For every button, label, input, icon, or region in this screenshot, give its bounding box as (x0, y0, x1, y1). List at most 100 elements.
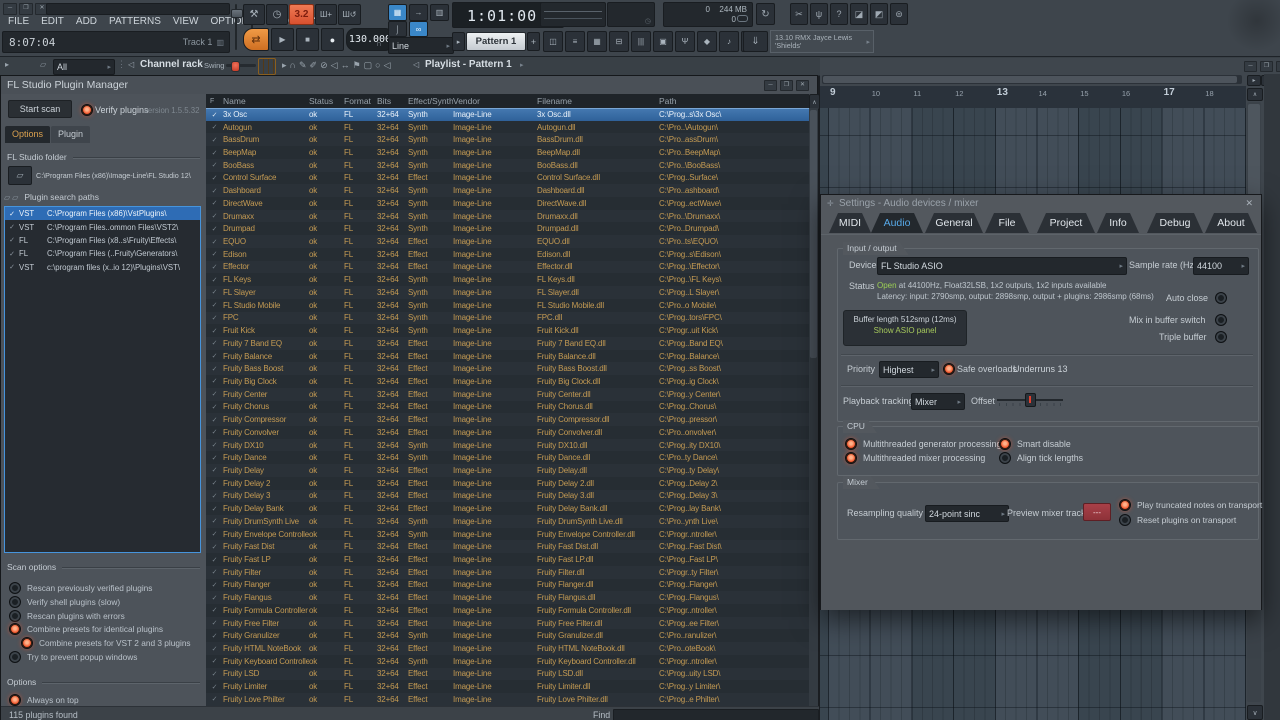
table-row[interactable]: ✓EdisonokFL32+64EffectImage-LineEdison.d… (206, 248, 809, 261)
plugin-search-paths-list[interactable]: ✓VSTC:\Program Files (x86)\VstPlugins\✓V… (4, 206, 201, 553)
slip-tool-icon[interactable]: ↔ (341, 58, 350, 73)
column-header-name[interactable]: Name (223, 96, 309, 106)
settings-tab-project[interactable]: Project (1037, 213, 1095, 233)
vscroll-down-button[interactable]: ∨ (1247, 705, 1263, 720)
metronome-hat-icon[interactable]: ▥ (430, 4, 449, 21)
scan-option-radio[interactable] (9, 623, 21, 635)
tempo-display[interactable]: 130.000 (346, 28, 394, 51)
search-path-item[interactable]: ✓VSTC:\Program Files..ommon Files\VST2\ (5, 220, 200, 233)
hint-panel[interactable]: 13.10 RMX Jayce Lewis 'Shields' ▸ (770, 30, 874, 53)
settings-titlebar[interactable]: ✛ Settings - Audio devices / mixer ✕ (821, 195, 1261, 213)
table-row[interactable]: ✓DrumpadokFL32+64SynthImage-LineDrumpad.… (206, 222, 809, 235)
table-row[interactable]: ✓Fruit KickokFL32+64SynthImage-LineFruit… (206, 324, 809, 337)
table-row[interactable]: ✓Fruity 7 Band EQokFL32+64EffectImage-Li… (206, 337, 809, 350)
scan-option[interactable]: Try to prevent popup windows (9, 651, 137, 663)
snap-magnet-icon[interactable]: ∩ (290, 58, 296, 73)
cpu-option-radio[interactable] (845, 452, 857, 464)
metronome-wait-icon[interactable]: ◷ (266, 4, 288, 25)
table-row[interactable]: ✓FPCokFL32+64SynthImage-LineFPC.dllC:\Pr… (206, 312, 809, 325)
menu-item-edit[interactable]: EDIT (35, 15, 70, 29)
scan-option-radio[interactable] (9, 582, 21, 594)
priority-select[interactable]: Highest▸ (879, 361, 939, 378)
table-row[interactable]: ✓BeepMapokFL32+64SynthImage-LineBeepMap.… (206, 146, 809, 159)
search-path-item[interactable]: ✓FLC:\Program Files (..Fruity\Generators… (5, 247, 200, 260)
tab-plugin[interactable]: Plugin (51, 126, 90, 143)
save-icon[interactable]: ◪ (850, 3, 868, 25)
table-row[interactable]: ✓Fruity Fast DistokFL32+64EffectImage-Li… (206, 540, 809, 553)
table-row[interactable]: ✓AutogunokFL32+64SynthImage-LineAutogun.… (206, 121, 809, 134)
paint-tool-icon[interactable]: ✐ (310, 58, 318, 73)
browse-folder-button[interactable]: ▱ (8, 166, 32, 185)
scan-option-radio[interactable] (21, 637, 33, 649)
loop-record-icon[interactable]: Ш↺ (338, 4, 361, 25)
settings-tab-about[interactable]: About (1205, 213, 1257, 233)
tab-options[interactable]: Options (5, 126, 50, 143)
table-row[interactable]: ✓DrumaxxokFL32+64SynthImage-LineDrumaxx.… (206, 210, 809, 223)
verify-plugins-radio[interactable] (81, 104, 93, 116)
table-row[interactable]: ✓Fruity DanceokFL32+64SynthImage-LineFru… (206, 451, 809, 464)
channel-filter-select[interactable]: All▸ (53, 59, 115, 75)
table-row[interactable]: ✓Fruity Delay 2okFL32+64EffectImage-Line… (206, 477, 809, 490)
keyboard-editor-icon[interactable] (258, 58, 276, 75)
typing-keyboard-icon[interactable]: ⚒ (243, 4, 265, 25)
column-header-bits[interactable]: Bits (377, 96, 408, 106)
cpu-option-radio[interactable] (999, 452, 1011, 464)
search-path-item[interactable]: ✓VSTc:\program files (x..io 12)\Plugins\… (5, 261, 200, 274)
always-on-top-radio[interactable] (9, 694, 21, 706)
table-row[interactable]: ✓FL SlayerokFL32+64SynthImage-LineFL Sla… (206, 286, 809, 299)
app-maximize-button[interactable]: ❐ (19, 3, 33, 15)
mute-tool-icon[interactable]: ◁ (331, 58, 338, 73)
device-select[interactable]: FL Studio ASIO▸ (877, 257, 1127, 275)
pm-minimize-button[interactable]: ─ (764, 80, 777, 91)
step-play-icon[interactable]: ▸ (282, 58, 287, 73)
table-row[interactable]: ✓Fruity Envelope ControllerokFL32+64Synt… (206, 528, 809, 541)
pattern-add-button[interactable]: + (527, 32, 540, 51)
menu-item-file[interactable]: FILE (2, 15, 35, 29)
column-header-vendor[interactable]: Vendor (453, 96, 537, 106)
mixer-option-radio[interactable] (1119, 499, 1131, 511)
browser-icon[interactable]: ⊟ (609, 31, 629, 52)
menu-item-patterns[interactable]: PATTERNS (103, 15, 167, 29)
table-row[interactable]: ✓Fruity Fast LPokFL32+64EffectImage-Line… (206, 553, 809, 566)
start-scan-button[interactable]: Start scan (8, 100, 72, 118)
cpu-option-radio[interactable] (845, 438, 857, 450)
table-row[interactable]: ✓Fruity Big ClockokFL32+64EffectImage-Li… (206, 375, 809, 388)
record-button[interactable]: ● (321, 28, 344, 51)
table-row[interactable]: ✓EffectorokFL32+64EffectImage-LineEffect… (206, 261, 809, 274)
oscilloscope-display[interactable] (540, 2, 606, 27)
plugin-table-header[interactable]: FNameStatusFormatBitsEffect/SynthVendorF… (206, 94, 809, 108)
trash-icon[interactable]: ▥ (216, 38, 224, 47)
table-row[interactable]: ✓DashboardokFL32+64SynthImage-LineDashbo… (206, 184, 809, 197)
table-row[interactable]: ✓Fruity FlangerokFL32+64EffectImage-Line… (206, 579, 809, 592)
table-row[interactable]: ✓3x OscokFL32+64SynthImage-Line3x Osc.dl… (206, 108, 809, 121)
table-row[interactable]: ✓EQUOokFL32+64EffectImage-LineEQUO.dllC:… (206, 235, 809, 248)
column-header-format[interactable]: Format (344, 96, 377, 106)
menu-item-add[interactable]: ADD (70, 15, 103, 29)
table-row[interactable]: ✓Fruity DX10okFL32+64SynthImage-LineFrui… (206, 439, 809, 452)
settings-tab-info[interactable]: Info (1097, 213, 1139, 233)
playback-tool-icon[interactable]: ◁ (384, 58, 391, 73)
monitor-select[interactable]: Line▸ (388, 37, 454, 54)
cut-icon[interactable]: ✂ (790, 3, 808, 25)
table-row[interactable]: ✓Fruity Bass BoostokFL32+64EffectImage-L… (206, 362, 809, 375)
table-row[interactable]: ✓Fruity CenterokFL32+64EffectImage-LineF… (206, 388, 809, 401)
cpu-option[interactable]: Multithreaded generator processing (845, 438, 1001, 450)
channel-rack-icon[interactable]: ≡ (565, 31, 585, 52)
table-row[interactable]: ✓Fruity Free FilterokFL32+64EffectImage-… (206, 617, 809, 630)
playlist-icon[interactable]: ◫ (543, 31, 563, 52)
table-row[interactable]: ✓Fruity Love PhilterokFL32+64EffectImage… (206, 693, 809, 706)
show-asio-link[interactable]: Show ASIO panel (844, 326, 966, 335)
column-header-path[interactable]: Path (659, 96, 809, 106)
save-as-icon[interactable]: ◩ (870, 3, 888, 25)
scan-option-radio[interactable] (9, 596, 21, 608)
menu-item-view[interactable]: VIEW (167, 15, 205, 29)
undo-icon-button[interactable]: ↻ (756, 3, 775, 25)
table-row[interactable]: ✓Fruity DelayokFL32+64EffectImage-LineFr… (206, 464, 809, 477)
cpu-option[interactable]: Align tick lengths (999, 452, 1083, 464)
table-row[interactable]: ✓Fruity CompressorokFL32+64EffectImage-L… (206, 413, 809, 426)
countdown-button[interactable]: 3.2 (289, 4, 314, 25)
plugin-picker-icon[interactable]: Ψ (675, 31, 695, 52)
scan-option[interactable]: Combine presets for identical plugins (9, 623, 163, 635)
link-icon[interactable]: ∞ (409, 21, 428, 37)
hscroll-right-button[interactable]: ▸ (1247, 75, 1261, 86)
